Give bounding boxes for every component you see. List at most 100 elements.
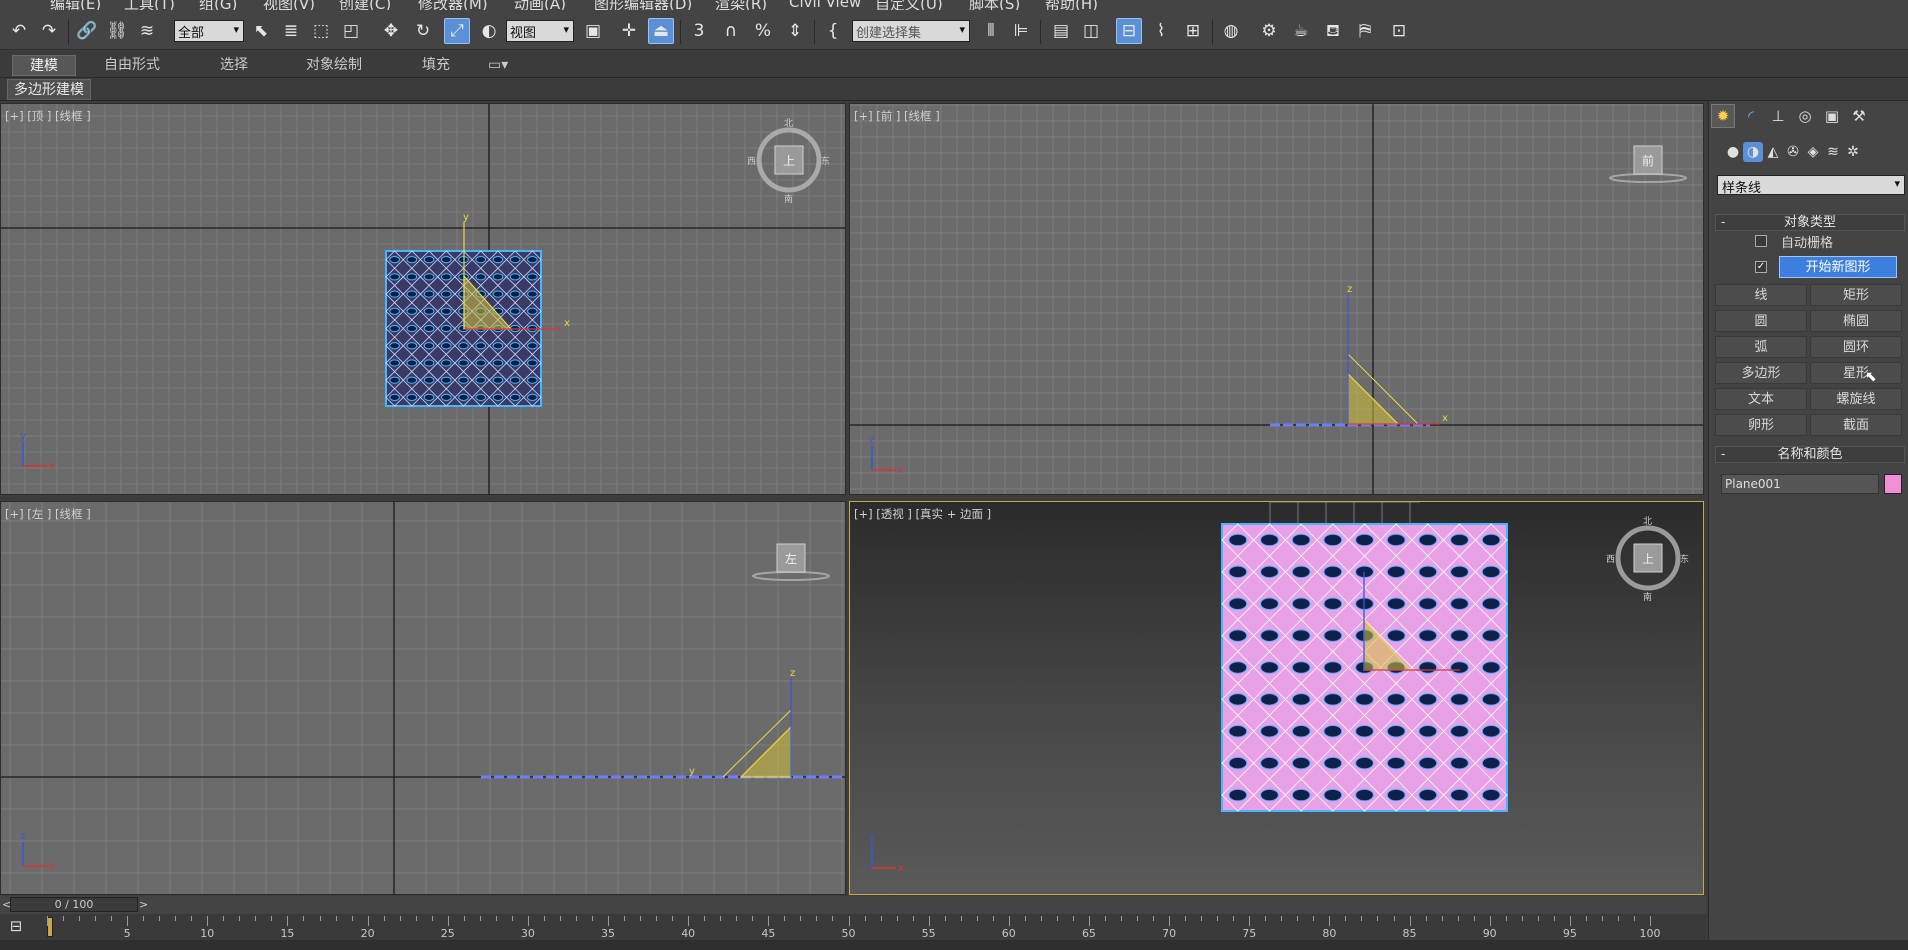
track-bar[interactable]: ⊟ 5 10 15 20 25 30 35 40 45 50 55 60 65 70 75 80 85 90 95 1… [0,914,1706,940]
tab-object-paint[interactable]: 对象绘制 [294,55,374,76]
utilities-tab[interactable]: ⚒ [1847,104,1871,128]
object-name-field[interactable]: Plane001 [1721,474,1879,494]
menu-animation[interactable]: 动画(A) [514,0,566,10]
select-manipulate-button[interactable]: ✛ [616,18,642,44]
window-crossing-button[interactable]: ◰ [338,18,364,44]
auto-grid-checkbox[interactable] [1755,235,1767,247]
schematic-view-button[interactable]: ⊞ [1180,18,1206,44]
shape-circle-button[interactable]: 圆 [1715,310,1807,332]
systems-category-button[interactable]: ✲ [1843,142,1863,162]
display-tab[interactable]: ▣ [1820,104,1844,128]
object-type-rollout-header[interactable]: - 对象类型 [1715,214,1905,231]
spinner-snap-button[interactable]: ⇕ [782,18,808,44]
ribbon-options-button[interactable]: ▭▾ [482,55,514,76]
shape-donut-button[interactable]: 圆环 [1810,336,1902,358]
start-new-shape-button[interactable]: 开始新图形 [1779,256,1897,278]
lights-category-button[interactable]: ◭ [1763,142,1783,162]
material-editor-button[interactable]: ◍ [1218,18,1244,44]
menu-customize[interactable]: 自定义(U) [875,0,943,10]
render-iterative-button[interactable]: ⛿ [1352,18,1378,44]
menu-modifiers[interactable]: 修改器(M) [418,0,488,10]
shape-category-dropdown[interactable]: 样条线 ▾ [1717,175,1905,196]
select-and-place-button[interactable]: ◐ [476,18,502,44]
shapes-category-button[interactable]: ◑ [1743,142,1763,162]
undo-button[interactable]: ↶ [6,18,32,44]
redo-button[interactable]: ↷ [36,18,62,44]
curve-editor-button[interactable]: ⌇ [1148,18,1174,44]
tab-freeform[interactable]: 自由形式 [92,55,172,76]
modify-tab[interactable]: ◜ [1739,104,1763,128]
shape-section-button[interactable]: 截面 [1810,414,1902,436]
viewport-top-label[interactable]: [+] [顶 ] [线框 ] [5,108,91,124]
named-selection-dropdown[interactable]: 创建选择集 ▾ [852,20,970,42]
menu-civil-view[interactable]: Civil View [789,0,861,10]
viewport-perspective[interactable]: 北南 东 西 上 x y [+] [透视 ] [真实 + 边面 ] [849,501,1704,895]
menu-scripting[interactable]: 脚本(S) [969,0,1020,10]
bind-space-warp-button[interactable]: ≋ [134,18,160,44]
select-and-scale-button[interactable]: ⤢ [444,18,470,44]
select-and-link-button[interactable]: 🔗 [74,18,100,44]
select-object-button[interactable]: ⬉ [248,18,274,44]
object-color-swatch[interactable] [1884,474,1902,494]
shape-line-button[interactable]: 线 [1715,284,1807,306]
shape-ellipse-button[interactable]: 椭圆 [1810,310,1902,332]
tab-modeling[interactable]: 建模 [12,55,76,76]
menu-edit[interactable]: 编辑(E) [50,0,101,10]
viewport-top[interactable]: x y 北南 东 西 上 x y [+] [顶 ] [线框 ] [0,103,846,495]
scene-explorer-button[interactable]: ⊟ [1116,18,1142,44]
mirror-button[interactable]: ⫴ [978,18,1004,44]
shape-star-button[interactable]: 星形 [1810,362,1902,384]
create-tab[interactable]: ✹ [1711,104,1735,128]
edit-named-selection-button[interactable]: { [820,18,846,44]
reference-coordinate-dropdown[interactable]: 视图 ▾ [506,20,574,42]
space-warps-category-button[interactable]: ≋ [1823,142,1843,162]
selection-filter-dropdown[interactable]: 全部 ▾ [174,20,244,42]
toggle-ribbon-button[interactable]: ◫ [1078,18,1104,44]
helpers-category-button[interactable]: ◈ [1803,142,1823,162]
select-and-rotate-button[interactable]: ↻ [410,18,436,44]
menu-group[interactable]: 组(G) [199,0,237,10]
shape-arc-button[interactable]: 弧 [1715,336,1807,358]
start-new-shape-checkbox[interactable]: ✓ [1755,261,1767,273]
snaps-toggle-button[interactable]: 3 [686,18,712,44]
shape-ngon-button[interactable]: 多边形 [1715,362,1807,384]
viewport-front-label[interactable]: [+] [前 ] [线框 ] [854,108,940,124]
time-slider[interactable]: < 0 / 100 > [0,896,1706,914]
time-slider-handle[interactable]: 0 / 100 [10,897,138,912]
menu-graph-editors[interactable]: 图形编辑器(D) [594,0,692,10]
cameras-category-button[interactable]: ✇ [1783,142,1803,162]
pivot-center-button[interactable]: ▣ [580,18,606,44]
rendered-frame-window-button[interactable]: ☕ [1288,18,1314,44]
shape-helix-button[interactable]: 螺旋线 [1810,388,1902,410]
render-production-button[interactable]: ⛾ [1320,18,1346,44]
next-frame-button[interactable]: > [139,898,148,911]
menu-tools[interactable]: 工具(T) [124,0,175,10]
track-bar-menu-button[interactable]: ⊟ [2,917,30,937]
percent-snap-button[interactable]: % [750,18,776,44]
geometry-category-button[interactable]: ● [1723,142,1743,162]
layer-explorer-button[interactable]: ▤ [1048,18,1074,44]
motion-tab[interactable]: ◎ [1793,104,1817,128]
tab-populate[interactable]: 填充 [410,55,462,76]
align-button[interactable]: ⊫ [1008,18,1034,44]
keyboard-shortcut-override-button[interactable]: ⏏ [648,18,674,44]
rectangular-selection-button[interactable]: ⬚ [308,18,334,44]
menu-views[interactable]: 视图(V) [263,0,315,10]
hierarchy-tab[interactable]: ⊥ [1766,104,1790,128]
tab-polygon-modeling[interactable]: 多边形建模 [7,79,91,100]
angle-snap-button[interactable]: ∩ [718,18,744,44]
shape-rectangle-button[interactable]: 矩形 [1810,284,1902,306]
menu-help[interactable]: 帮助(H) [1045,0,1098,10]
menu-rendering[interactable]: 渲染(R) [715,0,767,10]
select-and-move-button[interactable]: ✥ [378,18,404,44]
tab-selection[interactable]: 选择 [208,55,260,76]
render-setup-button[interactable]: ⚙ [1256,18,1282,44]
select-by-name-button[interactable]: ≣ [278,18,304,44]
name-color-rollout-header[interactable]: - 名称和颜色 [1715,446,1905,463]
shape-egg-button[interactable]: 卵形 [1715,414,1807,436]
render-in-cloud-button[interactable]: ⊡ [1386,18,1412,44]
unlink-selection-button[interactable]: ⛓ [104,18,130,44]
viewport-front[interactable]: z x 前 x z [+] [前 ] [线框 ] [849,103,1704,495]
menu-create[interactable]: 创建(C) [339,0,391,10]
shape-text-button[interactable]: 文本 [1715,388,1807,410]
